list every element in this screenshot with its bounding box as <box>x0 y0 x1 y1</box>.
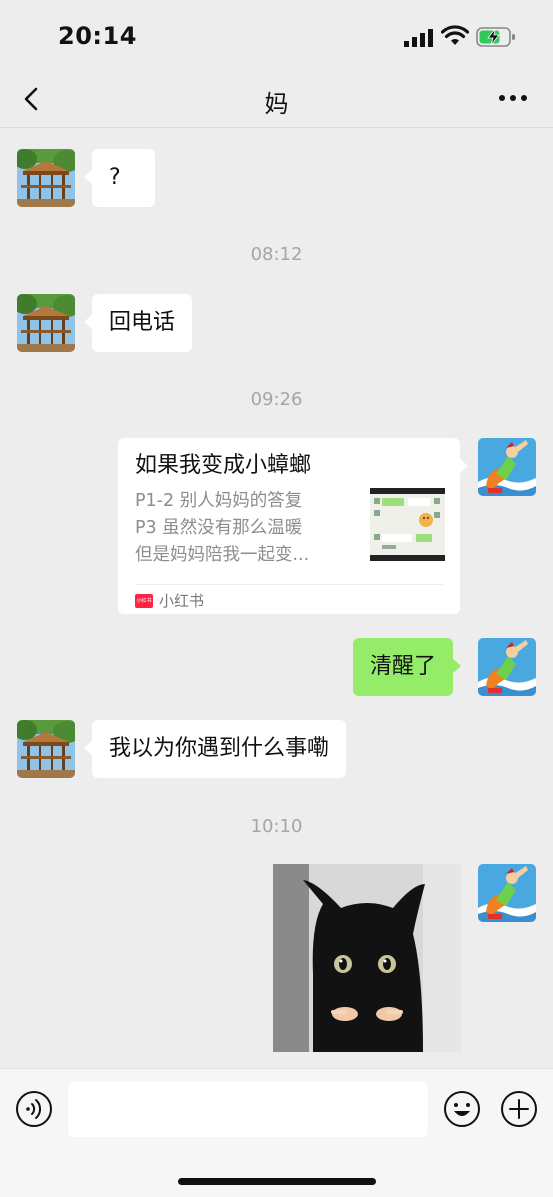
share-desc-line: P3 虽然没有那么温暖 <box>135 518 303 538</box>
message-text: 清醒了 <box>370 654 437 679</box>
status-time: 20:14 <box>58 22 137 50</box>
wifi-icon <box>441 25 469 45</box>
home-indicator <box>178 1178 376 1185</box>
image-message[interactable] <box>273 864 461 1052</box>
timestamp: 10:10 <box>250 816 303 837</box>
message-bubble-incoming[interactable]: ? <box>84 149 155 207</box>
message-input[interactable] <box>68 1082 428 1137</box>
contact-avatar[interactable] <box>17 720 75 778</box>
share-title: 如果我变成小蟑螂 <box>135 453 312 478</box>
status-bar: 20:14 <box>0 0 553 72</box>
voice-icon[interactable] <box>15 1090 53 1128</box>
message-bubble-incoming[interactable]: 我以为你遇到什么事嘞 <box>83 720 347 778</box>
logo-text: 小红书 <box>136 597 152 604</box>
message-bubble-incoming[interactable]: 回电话 <box>83 294 193 352</box>
share-description: P1-2 别人妈妈的答复 P3 虽然没有那么温暖 但是妈妈陪我一起变... <box>135 488 351 569</box>
message-bubble-outgoing[interactable]: 清醒了 <box>353 638 462 696</box>
message-text: ? <box>109 165 121 190</box>
self-avatar[interactable] <box>478 864 536 922</box>
contact-avatar[interactable] <box>17 149 75 207</box>
battery-charging-icon <box>476 27 515 47</box>
emoji-icon[interactable] <box>443 1090 481 1128</box>
contact-avatar[interactable] <box>17 294 75 352</box>
signal-icon <box>404 29 433 47</box>
share-source-name: 小红书 <box>159 592 205 610</box>
shared-link-card[interactable]: 如果我变成小蟑螂 P1-2 别人妈妈的答复 P3 虽然没有那么温暖 但是妈妈陪我… <box>118 438 468 614</box>
self-avatar[interactable] <box>478 438 536 496</box>
input-bar <box>0 1068 553 1197</box>
timestamp: 09:26 <box>250 389 303 410</box>
message-text: 我以为你遇到什么事嘞 <box>109 736 330 761</box>
self-avatar[interactable] <box>478 638 536 696</box>
share-thumbnail <box>370 488 445 561</box>
chat-title: 妈 <box>264 90 289 118</box>
xiaohongshu-logo-icon: 小红书 <box>135 593 153 608</box>
share-source: 小红书 小红书 <box>135 590 204 611</box>
plus-icon[interactable] <box>500 1090 538 1128</box>
divider <box>135 584 443 585</box>
share-desc-line: P1-2 别人妈妈的答复 <box>135 491 303 511</box>
chat-header: 妈 <box>0 72 553 128</box>
share-desc-line: 但是妈妈陪我一起变... <box>135 545 310 565</box>
more-horizontal-icon[interactable] <box>496 86 530 110</box>
message-text: 回电话 <box>109 310 176 335</box>
timestamp: 08:12 <box>250 244 303 265</box>
